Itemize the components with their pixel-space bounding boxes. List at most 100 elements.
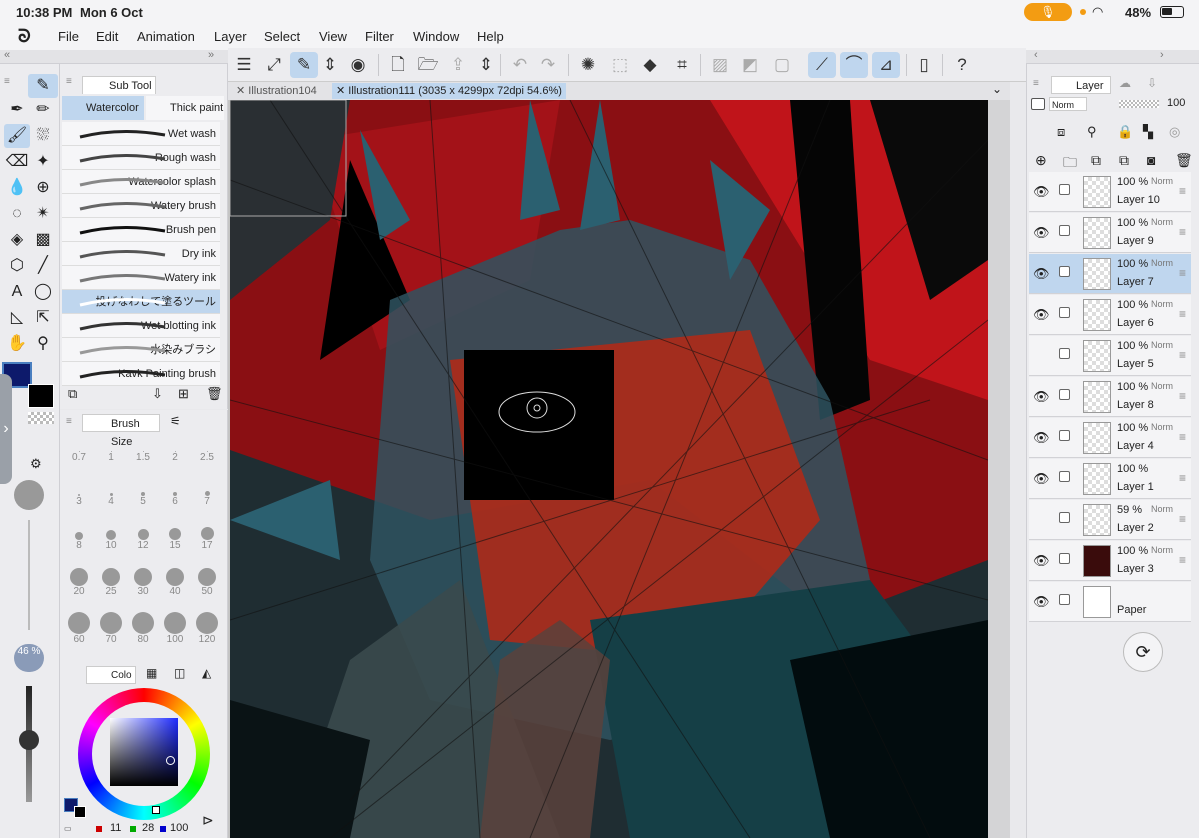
brush-size-option[interactable]: 0.7	[64, 436, 94, 468]
menu-window[interactable]: Window	[413, 29, 459, 44]
copy-subtool-icon[interactable]: ⧉	[68, 386, 77, 402]
brush-item[interactable]: Wet blotting ink	[62, 314, 220, 338]
brush-size-tab[interactable]: Brush Size	[82, 414, 160, 448]
eye-icon[interactable]: 👁	[1033, 266, 1050, 282]
saturation-value-square[interactable]	[110, 718, 178, 786]
help-icon[interactable]: ?	[948, 52, 976, 78]
figure-icon[interactable]: ⬡	[4, 254, 30, 278]
grid-snap-icon[interactable]: ⊿	[872, 52, 900, 78]
layer-checkbox[interactable]	[1059, 471, 1070, 482]
brush-size-option[interactable]: 60	[64, 612, 94, 645]
drag-handle-icon[interactable]: ≡	[1179, 389, 1186, 403]
group-thick-paint[interactable]: Thick paint	[146, 96, 224, 120]
hand-icon[interactable]: ✋	[4, 332, 30, 356]
delete-layer-icon[interactable]: 🗑	[1175, 152, 1193, 169]
new-layer-icon[interactable]: ⊕	[1035, 152, 1047, 169]
new-file-icon[interactable]: 🗋	[384, 52, 412, 78]
tab-illustration111[interactable]: ✕ Illustration111 (3035 x 4299px 72dpi 5…	[332, 83, 566, 99]
open-folder-icon[interactable]: 🗁	[414, 52, 442, 78]
menu-file[interactable]: File	[58, 29, 79, 44]
intermediate-color-tab[interactable]: ◫	[174, 666, 185, 680]
collapse-layer-right-icon[interactable]: ›	[1160, 49, 1164, 61]
grid-icon[interactable]: ⊕	[30, 176, 56, 200]
brush-item[interactable]: Dry ink	[62, 242, 220, 266]
layer-row[interactable]: 👁 100 % Norm Layer 3 ≡	[1029, 541, 1191, 581]
opacity-slider[interactable]	[1119, 100, 1159, 108]
layer-row[interactable]: 👁 100 % Norm Layer 8 ≡	[1029, 377, 1191, 417]
sparkle-icon[interactable]: ✦	[30, 150, 56, 174]
menu-view[interactable]: View	[319, 29, 347, 44]
layer-row[interactable]: 59 % Norm Layer 2 ≡	[1029, 500, 1191, 540]
group-watercolor[interactable]: Watercolor	[62, 96, 144, 120]
layer-checkbox[interactable]	[1059, 225, 1070, 236]
line-icon[interactable]: ╱	[30, 254, 56, 278]
blend-mode-select[interactable]: Norm	[1049, 97, 1087, 111]
fill-icon[interactable]: ◈	[4, 228, 30, 252]
brush-size-option[interactable]: 40	[160, 568, 190, 600]
brush-item[interactable]: Watercolor splash	[62, 170, 220, 194]
brush-size-option[interactable]: 2.5	[192, 436, 222, 468]
layer-checkbox[interactable]	[1059, 553, 1070, 564]
brush-size-option[interactable]: 4	[96, 480, 126, 512]
merge-layer-icon[interactable]: ⧉	[1119, 152, 1129, 169]
brush-size-option[interactable]: 25	[96, 568, 126, 600]
brush-size-option[interactable]: 7	[192, 480, 222, 512]
brush-size-option[interactable]: 5	[128, 480, 158, 512]
brush-size-option[interactable]: 12	[128, 524, 158, 556]
brush-size-option[interactable]: 50	[192, 568, 222, 600]
layer-tab[interactable]: Layer	[1051, 76, 1111, 94]
brush-item[interactable]: Watery ink	[62, 266, 220, 290]
clear-icon[interactable]: ▨	[706, 52, 734, 78]
lasso-icon[interactable]: ◌	[4, 202, 30, 226]
undo-icon[interactable]: ↶	[506, 52, 534, 78]
pen-icon[interactable]: ✒	[4, 98, 30, 122]
layer-checkbox[interactable]	[1059, 430, 1070, 441]
drag-handle-icon[interactable]: ≡	[1179, 553, 1186, 567]
tab-dropdown-icon[interactable]: ⌄	[992, 82, 1002, 96]
layer-checkbox[interactable]	[1059, 348, 1070, 359]
brush-item[interactable]: Brush pen	[62, 218, 220, 242]
eye-icon[interactable]: 👁	[1033, 184, 1050, 200]
drag-handle-icon[interactable]: ≡	[1179, 430, 1186, 444]
microphone-icon[interactable]: 🎙	[1024, 3, 1072, 21]
menu-edit[interactable]: Edit	[96, 29, 118, 44]
drag-handle-icon[interactable]: ≡	[1179, 471, 1186, 485]
clip-icon[interactable]: ⧈	[1057, 124, 1065, 140]
swap-colors-icon[interactable]: ⊳	[202, 812, 214, 829]
menu-select[interactable]: Select	[264, 29, 300, 44]
app-logo-icon[interactable]: ᘐ	[18, 26, 31, 47]
reference-icon[interactable]: ⚲	[1087, 124, 1097, 140]
collapse-subtool-icon[interactable]: »	[208, 49, 214, 61]
layer-row[interactable]: 100 % Norm Layer 5 ≡	[1029, 336, 1191, 376]
hamburger-icon[interactable]: ☰	[230, 52, 258, 78]
brush-size-option[interactable]: 8	[64, 524, 94, 556]
pencil-icon[interactable]: ✏	[30, 98, 56, 122]
lock-icon[interactable]: 🔒	[1117, 124, 1133, 140]
brush-size-option[interactable]: 2	[160, 436, 190, 468]
ruler-snap-icon[interactable]: ⟋	[808, 52, 836, 78]
layer-search-tab[interactable]: ⇩	[1147, 76, 1157, 90]
layer-row[interactable]: 👁 100 % Norm Layer 6 ≡	[1029, 295, 1191, 335]
magic-wand-icon[interactable]: ✴	[30, 202, 56, 226]
eyedropper-icon[interactable]: ⚲	[30, 332, 56, 356]
similar-color-tab[interactable]: ◭	[202, 666, 211, 680]
eye-icon[interactable]: 👁	[1033, 307, 1050, 323]
save-icon[interactable]: ⇪	[444, 52, 472, 78]
operation-icon[interactable]: ⇱	[30, 306, 56, 330]
brush-icon[interactable]: 🖌	[4, 124, 30, 148]
layer-checkbox[interactable]	[1059, 512, 1070, 523]
drag-handle-icon[interactable]: ≡	[1179, 307, 1186, 321]
duplicate-icon[interactable]: ⊞	[178, 386, 189, 402]
sub-color-swatch[interactable]	[28, 384, 54, 408]
brush-item[interactable]: Kavk Painting brush	[62, 362, 220, 386]
canvas-scrollbar[interactable]	[988, 100, 1010, 838]
brush-size-option[interactable]: 10	[96, 524, 126, 556]
layer-checkbox[interactable]	[1059, 184, 1070, 195]
layer-checkbox[interactable]	[1059, 307, 1070, 318]
loading-icon[interactable]: ✺	[574, 52, 602, 78]
menu-layer[interactable]: Layer	[214, 29, 247, 44]
text-icon[interactable]: A	[4, 280, 30, 304]
blend-icon[interactable]: 💧	[4, 176, 30, 200]
color-sub-mini[interactable]	[74, 806, 86, 818]
drawing-canvas[interactable]	[230, 100, 988, 838]
